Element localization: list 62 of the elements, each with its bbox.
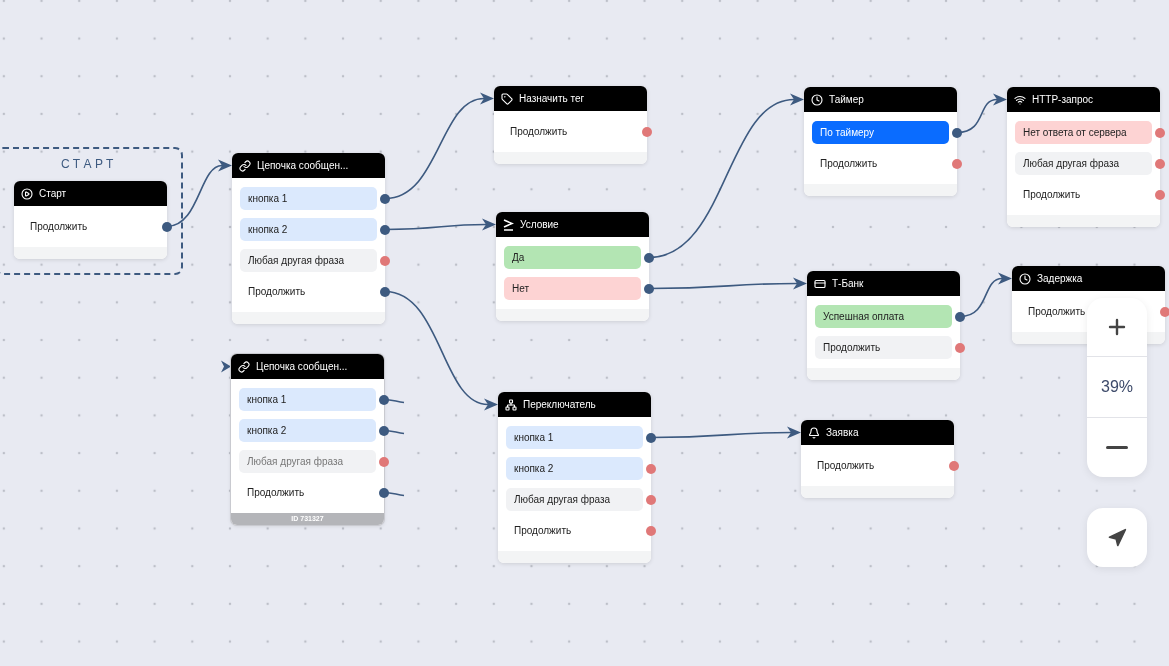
branch-option[interactable]: Нет <box>504 277 641 300</box>
branch-option[interactable]: кнопка 2 <box>506 457 643 480</box>
node-card[interactable]: Таймер По таймеру Продолжить <box>804 87 957 196</box>
clock-icon <box>1019 272 1031 285</box>
branch-option[interactable]: Продолжить <box>239 481 376 504</box>
card-icon <box>814 277 826 290</box>
hierarchy-icon <box>505 398 517 411</box>
link-icon <box>238 360 250 373</box>
node-title: Цепочка сообщен... <box>256 360 348 374</box>
branch-option[interactable]: Да <box>504 246 641 269</box>
branch-option[interactable]: Продолжить <box>502 120 639 143</box>
node-card[interactable]: Старт Продолжить <box>14 181 167 259</box>
group-label: СТАРТ <box>61 156 117 171</box>
branch-option[interactable]: кнопка 2 <box>239 419 376 442</box>
locate-button[interactable] <box>1087 508 1147 567</box>
node-card[interactable]: Т-Банк Успешная оплата Продолжить <box>807 271 960 380</box>
branch-option[interactable]: По таймеру <box>812 121 949 144</box>
arrow-head <box>221 360 231 373</box>
branch-option[interactable]: Продолжить <box>506 519 643 542</box>
node-title: Заявка <box>826 426 859 440</box>
node-card[interactable]: Цепочка сообщен... кнопка 1 кнопка 2 Любая другая фраза Продолжить <box>232 153 385 324</box>
node-card[interactable]: Заявка Продолжить <box>801 420 954 498</box>
branch-option[interactable]: Продолжить <box>240 280 377 303</box>
wifi-icon <box>1014 93 1026 106</box>
branch-option[interactable]: Продолжить <box>815 336 952 359</box>
bell-icon <box>808 426 820 439</box>
branch-option[interactable]: Любая другая фраза <box>1015 152 1152 175</box>
node-card[interactable]: Назначить тег Продолжить <box>494 86 647 164</box>
node-title: Назначить тег <box>519 92 585 106</box>
node-title: Переключатель <box>523 398 596 412</box>
node-card[interactable]: HTTP-запрос Нет ответа от сервера Любая другая фраза Продолжить <box>1007 87 1160 227</box>
play-icon <box>21 187 33 200</box>
branch-option[interactable]: кнопка 1 <box>506 426 643 449</box>
branch-option[interactable]: Продолжить <box>22 215 159 238</box>
clock-icon <box>811 93 823 106</box>
branch-option[interactable]: Любая другая фраза <box>240 249 377 272</box>
branch-option[interactable]: Продолжить <box>809 454 946 477</box>
node-title: Таймер <box>829 93 864 107</box>
node-title: HTTP-запрос <box>1032 93 1094 107</box>
node-title: Старт <box>39 187 67 201</box>
node-title: Цепочка сообщен... <box>257 159 349 173</box>
node-title: Т-Банк <box>832 277 864 291</box>
branch-option[interactable]: Любая другая фраза <box>506 488 643 511</box>
minus-icon <box>1106 446 1128 449</box>
branch-option[interactable]: Продолжить <box>1020 300 1157 323</box>
navigation-arrow-icon <box>1107 527 1127 548</box>
tag-icon <box>501 92 513 105</box>
branch-option[interactable]: Нет ответа от сервера <box>1015 121 1152 144</box>
greater-equal-icon <box>503 218 514 231</box>
branch-option[interactable]: Продолжить <box>812 152 949 175</box>
branch-option[interactable]: Любая другая фраза <box>239 450 376 473</box>
branch-option[interactable]: Продолжить <box>1015 183 1152 206</box>
branch-option[interactable]: Успешная оплата <box>815 305 952 328</box>
branch-option[interactable]: кнопка 2 <box>240 218 377 241</box>
node-title: Задержка <box>1037 272 1083 286</box>
node-card[interactable]: Условие Да Нет <box>496 212 649 321</box>
zoom-level: 39% <box>1087 357 1147 418</box>
node-title: Условие <box>520 218 559 232</box>
link-icon <box>239 159 251 172</box>
branch-option[interactable]: кнопка 1 <box>240 187 377 210</box>
node-card[interactable]: Переключатель кнопка 1 кнопка 2 Любая другая фраза Продолжить <box>498 392 651 563</box>
branch-option[interactable]: кнопка 1 <box>239 388 376 411</box>
